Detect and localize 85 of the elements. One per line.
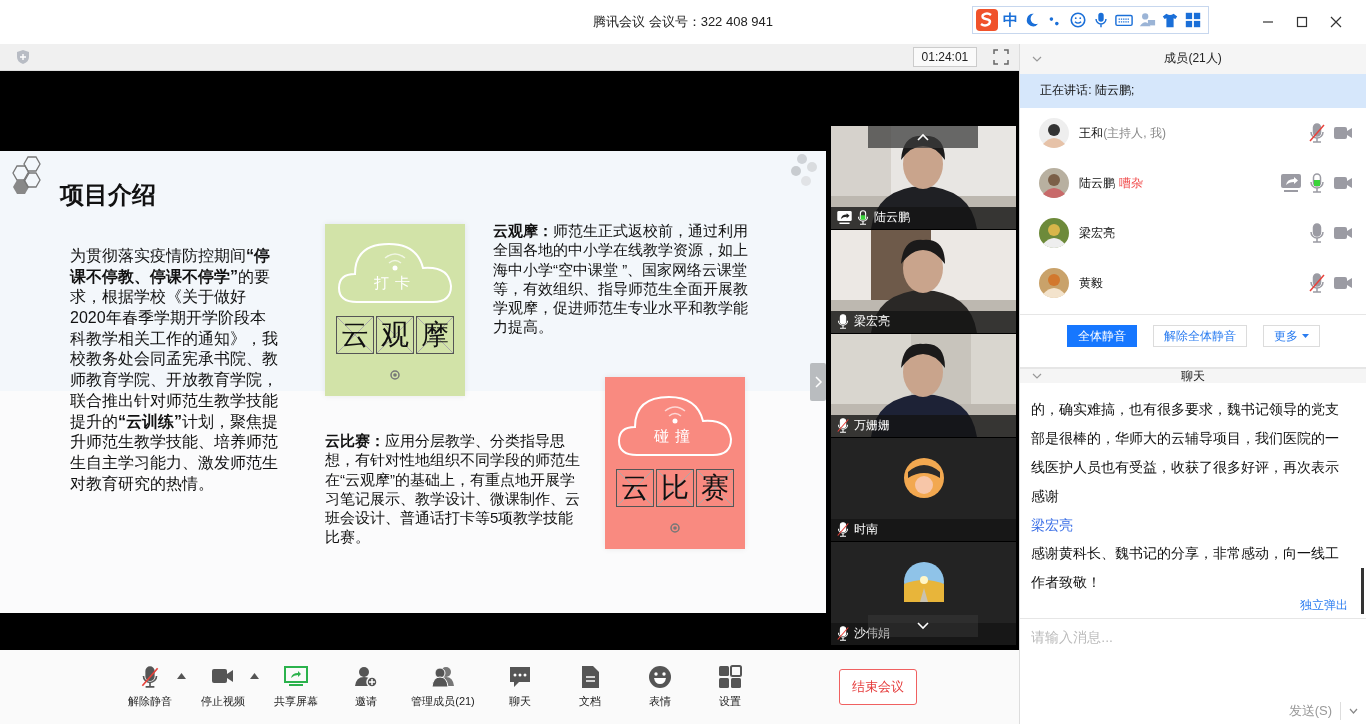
chevron-up-icon (917, 132, 929, 141)
mute-button[interactable]: 全体静音 (1066, 325, 1137, 348)
avatar (1039, 268, 1070, 299)
video-camera-icon (1333, 175, 1353, 192)
character-grid-cell: 云 (616, 468, 654, 507)
caret-up-icon[interactable] (250, 673, 259, 680)
more-dropdown[interactable]: 更多 (1262, 325, 1320, 348)
paragraph: 云观摩：师范生正式返校前，通过利用全国各地的中小学在线教学资源，如上海中小学“空中课堂 ”、国家网络云课堂等，有效组织、指导师范生全面开展教学观摩，促进师范生专业水平和教学能力提高。 (493, 220, 749, 337)
video-camera-icon (1333, 125, 1353, 142)
noise-warning: 嘈杂 (1119, 174, 1144, 192)
end-meeting-button[interactable]: 结束会议 (839, 669, 917, 706)
character-grid-cell: 摩 (416, 315, 454, 354)
video-camera-icon (1333, 275, 1353, 292)
badge-icon (670, 522, 680, 533)
shirt-icon[interactable] (1161, 11, 1179, 29)
toolbar-button[interactable]: 表情 (625, 665, 695, 710)
member-role: (主持人, 我) (1103, 124, 1166, 142)
member-name: 王和 (1079, 124, 1104, 142)
avatar (1039, 168, 1070, 199)
toolbar-button[interactable]: 停止视频 (188, 665, 258, 710)
paragraph: 为贯彻落实疫情防控期间“停课不停教、停课不停学”的要求，根据学校《关于做好2020年春季学期开学阶段本科教学相关工作的通知》，我校教务处会同孟宪承书院、教师教育学院、开放教育学院，联合推出针对师范生教学技能提升的“云训练”计划，聚焦提升师范生教学技能、培养师范生自主学习能力、激发师范生对教育研究的热情。 (70, 245, 279, 494)
member-list-item[interactable]: 陆云鹏 嘈杂 (1020, 158, 1366, 209)
participant-name: 万姗姗 (854, 417, 890, 435)
caret-up-icon[interactable] (177, 673, 186, 680)
toolbar-button[interactable]: 文档 (555, 665, 625, 710)
member-list-item[interactable]: 梁宏亮 (1020, 208, 1366, 259)
smiley-icon (648, 665, 672, 690)
slide-title: 项目介绍 (60, 179, 156, 210)
chevron-down-icon[interactable] (1032, 55, 1043, 62)
settings-icon (718, 665, 742, 690)
character-grid-cell: 赛 (696, 468, 734, 507)
participant-name: 时南 (854, 521, 878, 539)
meeting-timer: 01:24:01 (912, 47, 978, 67)
grid-icon[interactable] (1184, 11, 1202, 29)
close-icon[interactable] (1330, 16, 1342, 28)
scroll-up-button[interactable] (868, 125, 978, 148)
scrollbar-thumb[interactable] (1361, 568, 1364, 615)
toolbar-button[interactable]: 设置 (695, 665, 765, 710)
shield-icon (16, 49, 30, 65)
character-grid-cell: 云 (336, 315, 374, 354)
member-list-item[interactable]: 黄毅 (1020, 258, 1366, 309)
caret-down-icon[interactable] (1349, 708, 1358, 715)
toolbar-button[interactable]: 管理成员(21) (401, 665, 485, 710)
mute-button[interactable]: 解除全体静音 (1152, 325, 1247, 348)
chat-message: 的，确实难搞，也有很多要求，魏书记领导的党支部是很棒的，华师大的云辅导项目，我们医院的一线医护人员也有受益，收获了很多好评，再次表示感谢 (1031, 400, 1341, 507)
panel-title: 成员(21人) (1164, 50, 1222, 68)
video-camera-icon (1333, 225, 1353, 242)
card-label: 碰撞 (653, 426, 697, 446)
paragraph: 云比赛：应用分层教学、分类指导思想，有针对性地组织不同学段的师范生在“云观摩”的基础上，有重点地开展学习笔记展示、教学设计、微课制作、云班会设计、普通话打卡等5项教学技能比赛。 (325, 430, 581, 547)
participant-name: 沙伟娟 (854, 625, 890, 643)
chevron-down-icon (917, 621, 929, 630)
people-icon (431, 665, 455, 690)
popout-link[interactable]: 独立弹出 (1300, 597, 1348, 615)
badge-icon (390, 369, 400, 380)
avatar (1039, 118, 1070, 149)
toolbar-button[interactable]: 共享屏幕 (261, 665, 331, 710)
avatar (903, 562, 944, 603)
message-sender: 梁宏亮 (1031, 516, 1075, 536)
chat-message: 感谢黄科长、魏书记的分享，非常感动，向一线工作者致敬！ (1031, 544, 1341, 593)
caret-down-icon (1301, 334, 1309, 339)
logo-icon[interactable] (976, 9, 998, 31)
toolbar-button[interactable]: 聊天 (485, 665, 555, 710)
card-label: 打卡 (373, 273, 417, 293)
character-grid-cell: 比 (656, 468, 694, 507)
member-name: 黄毅 (1079, 274, 1104, 292)
speaking-banner: 正在讲话: 陆云鹏; (1020, 73, 1366, 109)
add-person-icon (354, 665, 378, 690)
member-name: 陆云鹏 (1079, 174, 1116, 192)
character-grid-cell: 观 (376, 315, 414, 354)
microphone-icon[interactable] (1092, 11, 1110, 29)
participant-name: 梁宏亮 (854, 313, 890, 331)
member-list-item[interactable]: 王和(主持人, 我) (1020, 108, 1366, 159)
chevron-down-icon[interactable] (1032, 373, 1043, 380)
window-title: 腾讯会议 会议号：322 408 941 (593, 13, 773, 31)
panel-title: 聊天 (1181, 367, 1206, 385)
participant-name: 陆云鹏 (874, 209, 910, 227)
avatar (1039, 218, 1070, 249)
avatar (903, 458, 944, 499)
chat-bubble-icon (508, 665, 532, 690)
smiley-icon[interactable] (1069, 11, 1087, 29)
member-name: 梁宏亮 (1079, 224, 1116, 242)
toolbar-button[interactable]: 邀请 (331, 665, 401, 710)
maximize-icon[interactable] (1296, 16, 1308, 28)
input-mode-toggle[interactable]: 中 (1003, 10, 1018, 30)
fullscreen-icon[interactable] (993, 49, 1010, 65)
